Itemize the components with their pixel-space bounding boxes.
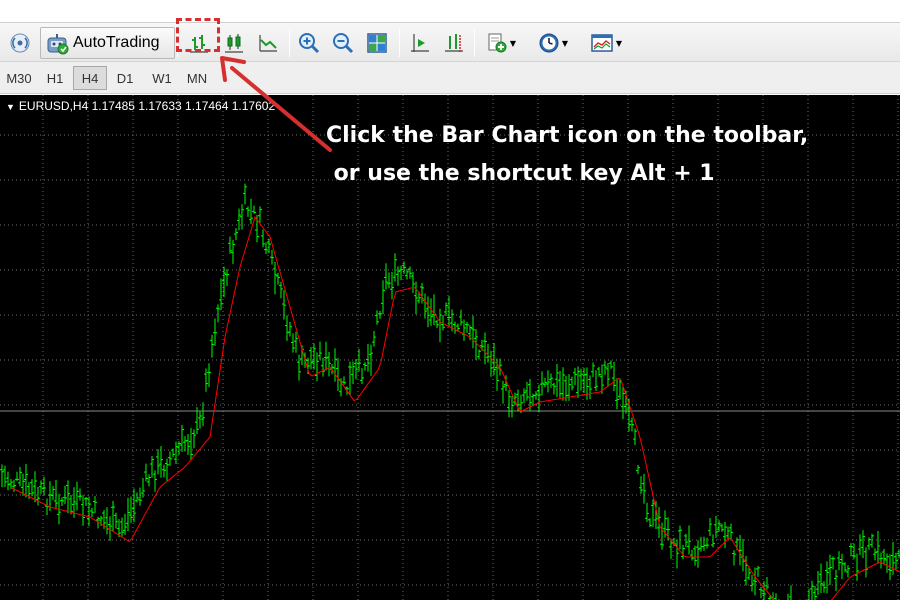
timeframe-w1[interactable]: W1	[145, 66, 179, 90]
chevron-down-icon: ▼	[509, 38, 517, 48]
timeframe-d1[interactable]: D1	[108, 66, 142, 90]
timeframe-bar: M30 H1 H4 D1 W1 MN	[0, 62, 900, 94]
bar-chart-icon	[190, 35, 208, 53]
price-chart[interactable]: ▼ EURUSD,H4 1.17485 1.17633 1.17464 1.176…	[0, 95, 900, 600]
line-chart-button[interactable]	[252, 27, 284, 59]
autotrading-label: AutoTrading	[73, 34, 160, 51]
toolbar-separator	[289, 29, 290, 57]
candlestick-chart-icon	[225, 34, 243, 53]
templates-icon	[591, 34, 613, 52]
autotrading-button[interactable]: AutoTrading	[40, 27, 175, 59]
callout-line-2: or use the shortcut key Alt + 1	[326, 161, 715, 186]
auto-scroll-button[interactable]	[438, 27, 470, 59]
signal-icon	[10, 33, 30, 53]
toolbar: AutoTrading ▼ ▼ ▼	[0, 22, 900, 62]
chevron-down-icon: ▼	[561, 38, 569, 48]
chart-symbol-quote: EURUSD,H4 1.17485 1.17633 1.17464 1.1760…	[18, 99, 276, 113]
bar-chart-button[interactable]	[182, 27, 216, 59]
zoom-out-button[interactable]	[327, 27, 359, 59]
auto-scroll-icon	[445, 34, 463, 52]
tile-windows-button[interactable]	[361, 27, 393, 59]
instruction-callout: Click the Bar Chart icon on the toolbar,…	[326, 117, 808, 193]
timeframe-h1[interactable]: H1	[38, 66, 72, 90]
indicators-button[interactable]: ▼	[478, 27, 524, 59]
signal-button[interactable]	[4, 27, 36, 59]
line-chart-icon	[259, 35, 277, 52]
timeframe-h4[interactable]: H4	[73, 66, 107, 90]
callout-line-1: Click the Bar Chart icon on the toolbar,	[326, 123, 809, 148]
chevron-down-icon: ▼	[615, 38, 623, 48]
periods-button[interactable]: ▼	[530, 27, 576, 59]
indicators-icon	[488, 33, 507, 53]
zoom-out-icon	[333, 33, 354, 54]
templates-button[interactable]: ▼	[582, 27, 630, 59]
toolbar-separator	[399, 29, 400, 57]
moving-average-line	[11, 215, 900, 600]
periods-icon	[539, 33, 559, 53]
timeframe-m30[interactable]: M30	[2, 66, 36, 90]
toolbar-separator	[474, 29, 475, 57]
chart-menu-triangle-icon[interactable]: ▼	[6, 102, 15, 112]
chart-header: ▼ EURUSD,H4 1.17485 1.17633 1.17464 1.176…	[6, 99, 275, 113]
candlestick-button[interactable]	[218, 27, 250, 59]
chart-shift-icon	[411, 34, 429, 52]
zoom-in-icon	[299, 33, 320, 54]
timeframe-mn[interactable]: MN	[180, 66, 214, 90]
zoom-in-button[interactable]	[293, 27, 325, 59]
autotrading-icon	[47, 34, 69, 55]
chart-shift-button[interactable]	[404, 27, 436, 59]
tile-windows-icon	[367, 33, 387, 53]
toolbar-separator	[177, 29, 178, 57]
